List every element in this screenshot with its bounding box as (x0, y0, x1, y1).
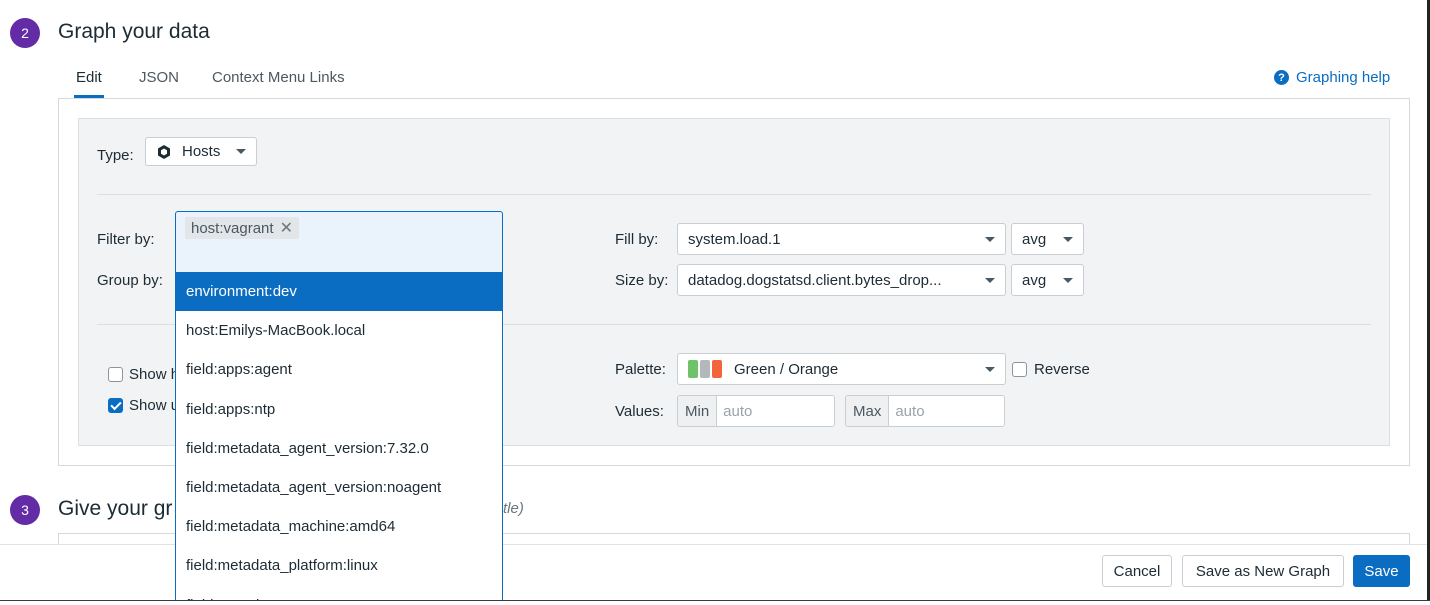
dropdown-option[interactable]: host:Emilys-MacBook.local (176, 311, 502, 350)
min-prefix: Min (678, 396, 718, 426)
tab-json[interactable]: JSON (139, 69, 179, 86)
dropdown-option[interactable]: field:apps:agent (176, 350, 502, 389)
section-title-give-your-graph-a-title: Give your gr (58, 497, 173, 520)
close-icon[interactable]: ✕ (280, 218, 293, 238)
question-circle-icon: ? (1274, 70, 1289, 85)
chevron-down-icon (1063, 236, 1073, 242)
palette-select[interactable]: Green / Orange (677, 353, 1006, 385)
step-2-badge: 2 (10, 18, 40, 48)
reverse-checkbox[interactable] (1012, 362, 1027, 377)
type-select[interactable]: Hosts (145, 137, 257, 166)
dropdown-option[interactable]: field:apps:ntp (176, 390, 502, 429)
hexagon-icon (158, 144, 170, 159)
window-edge (0, 600, 1430, 605)
type-value: Hosts (182, 143, 221, 160)
show-hosts-label: Show h (129, 366, 180, 383)
values-min-field[interactable]: Min (677, 395, 835, 427)
dropdown-option[interactable]: field:metadata_machine:amd64 (176, 507, 502, 546)
step-3-badge: 3 (10, 495, 40, 525)
size-by-agg-select[interactable]: avg (1011, 264, 1084, 296)
dropdown-option[interactable]: field:metadata_agent_version:noagent (176, 468, 502, 507)
type-label: Type: (97, 147, 134, 164)
palette-value: Green / Orange (734, 360, 839, 378)
fill-by-metric-select[interactable]: system.load.1 (677, 223, 1006, 255)
divider (97, 194, 1371, 195)
dropdown-option[interactable]: environment:dev (176, 272, 502, 312)
fill-by-metric-value: system.load.1 (688, 230, 781, 248)
cancel-button[interactable]: Cancel (1102, 555, 1172, 587)
tab-edit[interactable]: Edit (76, 69, 102, 86)
fill-by-agg-value: avg (1022, 230, 1047, 248)
graphing-help-label: Graphing help (1296, 69, 1391, 86)
values-label: Values: (615, 403, 664, 420)
values-max-input[interactable] (889, 396, 1004, 426)
values-max-field[interactable]: Max (845, 395, 1005, 427)
max-prefix: Max (846, 396, 890, 426)
chevron-down-icon (236, 149, 246, 154)
size-by-label: Size by: (615, 272, 669, 289)
size-by-metric-value: datadog.dogstatsd.client.bytes_drop... (688, 271, 942, 289)
filter-by-label: Filter by: (97, 231, 155, 248)
show-upper-label: Show u (129, 397, 180, 414)
save-as-new-graph-button[interactable]: Save as New Graph (1182, 555, 1344, 587)
dropdown-option[interactable]: field:metadata_agent_version:7.32.0 (176, 429, 502, 468)
size-by-metric-select[interactable]: datadog.dogstatsd.client.bytes_drop... (677, 264, 1006, 296)
filter-tag-label: host:vagrant (191, 219, 274, 237)
values-min-input[interactable] (717, 396, 834, 426)
section-title-graph-your-data: Graph your data (58, 20, 210, 43)
chevron-down-icon (985, 366, 995, 372)
chevron-down-icon (1063, 277, 1073, 283)
title-hint: tle) (503, 500, 524, 517)
save-button[interactable]: Save (1353, 555, 1410, 587)
filter-by-input[interactable]: host:vagrant ✕ (175, 211, 503, 273)
tag-suggestions-dropdown: environment:dev host:Emilys-MacBook.loca… (175, 272, 503, 605)
palette-swatch-icon (688, 360, 722, 378)
tab-context-menu-links[interactable]: Context Menu Links (212, 69, 345, 86)
graphing-help-link[interactable]: ? Graphing help (1274, 69, 1390, 86)
dropdown-option[interactable]: field:metadata_platform:linux (176, 546, 502, 585)
show-hosts-checkbox[interactable] (108, 367, 123, 382)
size-by-agg-value: avg (1022, 271, 1047, 289)
filter-tag-chip: host:vagrant ✕ (185, 217, 299, 239)
group-by-label: Group by: (97, 272, 163, 289)
palette-label: Palette: (615, 361, 666, 378)
fill-by-label: Fill by: (615, 231, 659, 248)
chevron-down-icon (985, 236, 995, 242)
show-upper-checkbox[interactable] (108, 398, 123, 413)
chevron-down-icon (985, 277, 995, 283)
reverse-label: Reverse (1034, 361, 1090, 378)
fill-by-agg-select[interactable]: avg (1011, 223, 1084, 255)
